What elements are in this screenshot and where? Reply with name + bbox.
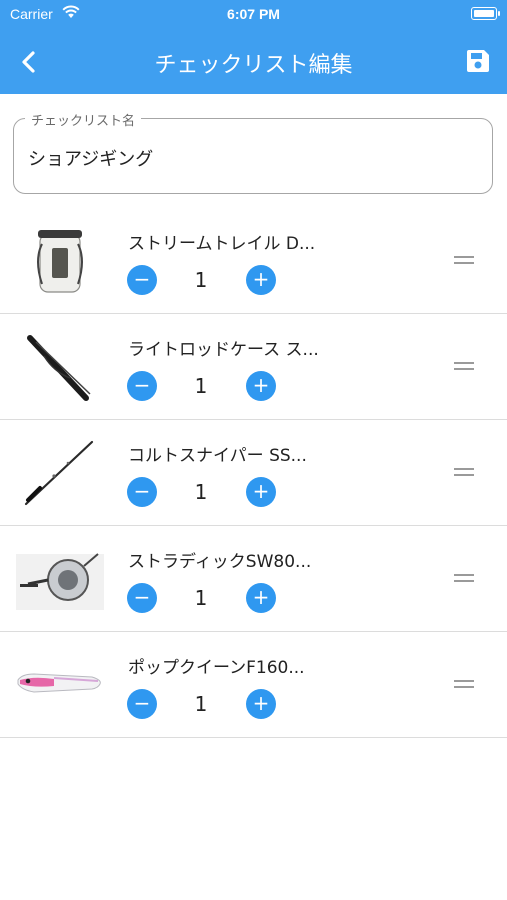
decrement-button[interactable]: − [127,371,157,401]
item-quantity: 1 [194,268,208,292]
status-bar: Carrier 6:07 PM [0,0,507,30]
list-item: ストラディックSW80... − 1 + [0,526,507,632]
increment-button[interactable]: + [246,689,276,719]
increment-button[interactable]: + [246,583,276,613]
item-list: ストリームトレイル D... − 1 + ライトロッドケース ス... − 1 … [0,208,507,738]
list-item: ストリームトレイル D... − 1 + [0,208,507,314]
decrement-button[interactable]: − [127,583,157,613]
nav-bar: チェックリスト編集 [0,38,507,84]
drag-handle-icon[interactable] [454,256,474,266]
increment-button[interactable]: + [246,477,276,507]
list-item: ライトロッドケース ス... − 1 + [0,314,507,420]
clock: 6:07 PM [227,6,280,22]
item-quantity: 1 [194,692,208,716]
rod-case-image [27,335,91,401]
item-name: コルトスナイパー SS... [128,446,307,466]
increment-button[interactable]: + [246,265,276,295]
item-name: ストラディックSW80... [128,552,312,572]
drag-handle-icon[interactable] [454,468,474,478]
save-icon[interactable] [463,46,493,76]
list-item: コルトスナイパー SS... − 1 + [0,420,507,526]
list-item: ポップクイーンF160... − 1 + [0,632,507,738]
spinning-reel-image [16,553,104,610]
decrement-button[interactable]: − [127,265,157,295]
item-quantity: 1 [194,586,208,610]
item-name: ストリームトレイル D... [128,234,316,254]
checklist-name-input[interactable]: ショアジギング [28,145,153,171]
checklist-name-field[interactable]: チェックリスト名 ショアジギング [13,110,493,194]
increment-button[interactable]: + [246,371,276,401]
item-name: ライトロッドケース ス... [128,340,319,360]
drag-handle-icon[interactable] [454,574,474,584]
drag-handle-icon[interactable] [454,362,474,372]
drag-handle-icon[interactable] [454,680,474,690]
dry-backpack-image [37,230,83,293]
item-quantity: 1 [194,374,208,398]
fishing-rod-image [24,440,94,506]
item-name: ポップクイーンF160... [128,658,305,678]
item-quantity: 1 [194,480,208,504]
popper-lure-image [17,673,101,693]
battery-icon [471,7,500,20]
checklist-name-label: チェックリスト名 [25,110,142,129]
decrement-button[interactable]: − [127,477,157,507]
decrement-button[interactable]: − [127,689,157,719]
app-header: Carrier 6:07 PM チェックリスト編集 [0,0,507,94]
page-title: チェックリスト編集 [154,53,353,78]
